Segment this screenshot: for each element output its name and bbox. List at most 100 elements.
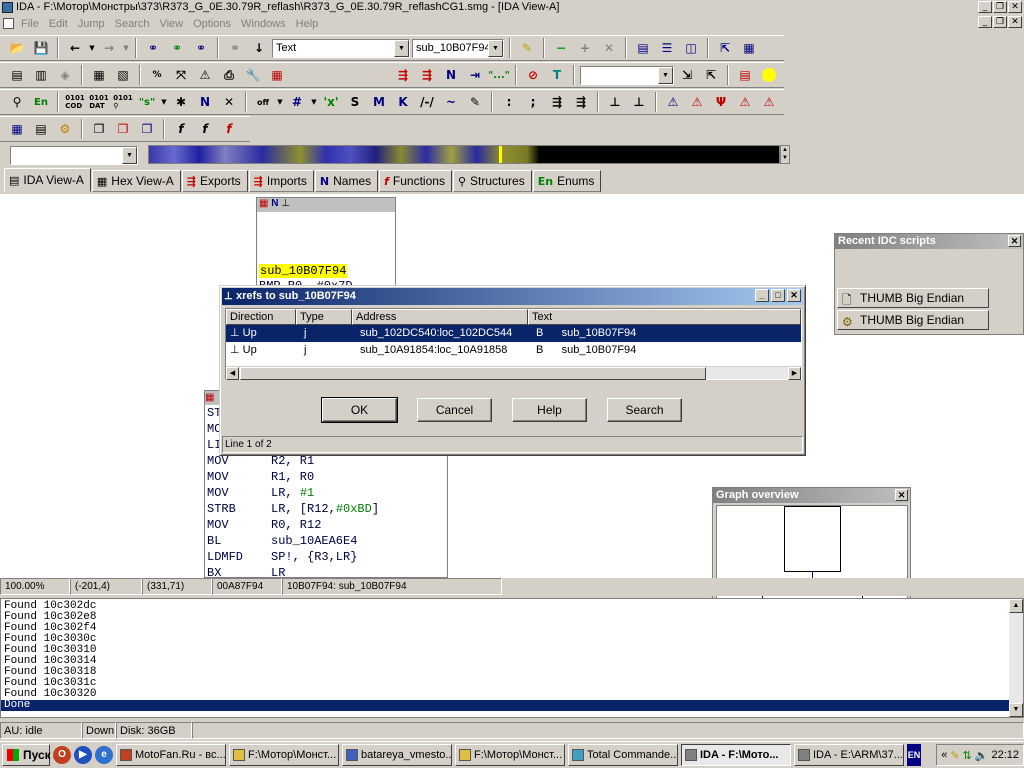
horizontal-scrollbar[interactable]: ◀ ▶ [226,366,801,380]
scroll-down-icon[interactable]: ▼ [1009,703,1023,717]
search-combo[interactable]: ▼ [580,65,674,85]
data-icon[interactable]: ▥ [30,64,52,86]
language-indicator[interactable]: EN [907,744,921,766]
dropdown-arrow-icon[interactable]: ▼ [122,37,130,59]
anterior-icon[interactable]: ⇶ [546,91,568,113]
mdi-system-icon[interactable] [3,18,14,29]
close-icon[interactable]: ✕ [1008,235,1021,247]
enum-m-icon[interactable]: M [368,91,390,113]
plus-icon[interactable]: + [574,37,596,59]
vertical-scrollbar[interactable]: ▲ ▼ [1009,599,1023,717]
view-mode-combo[interactable]: Text ▼ [272,38,410,58]
grid-icon[interactable]: ▦ [738,37,760,59]
window-cascade-icon[interactable]: ▤ [632,37,654,59]
asm-row[interactable]: MOV LR, #1 [205,485,447,501]
scroll-left-icon[interactable]: ◀ [226,367,239,380]
negate-icon[interactable]: /-/ [416,91,438,113]
chevron-down-icon[interactable]: ▼ [394,39,409,57]
function-delete-icon[interactable]: f [218,118,240,140]
taskbar-item-active[interactable]: IDA - F:\Мото... [681,744,791,766]
output-window[interactable]: Found 10c302dc Found 10c302e8 Found 10c3… [0,598,1024,718]
menu-search[interactable]: Search [110,18,155,30]
minimize-button[interactable]: _ [978,1,992,13]
tab-functions[interactable]: f Functions [379,170,452,192]
gear-icon[interactable]: ⚙ [54,118,76,140]
color-grid-icon[interactable]: ▦ [266,64,288,86]
flow-chart-icon[interactable]: ⚠ [686,91,708,113]
percent-icon[interactable]: % [146,64,168,86]
wrench-icon[interactable]: 🔧 [242,64,264,86]
asm-row[interactable]: STRB LR, [R12, #0xBD] [205,501,447,517]
back-arrow-icon[interactable]: ← [64,37,86,59]
mdi-close-button[interactable]: ✕ [1008,16,1022,28]
search-next-icon[interactable]: ⇲ [676,64,698,86]
text-icon[interactable]: T [546,64,568,86]
window-tile-h-icon[interactable]: ☰ [656,37,678,59]
restore-button[interactable]: ❐ [993,1,1007,13]
xrefs-to-icon[interactable]: Ψ [710,91,732,113]
binoculars-icon[interactable]: ⚭ [142,37,164,59]
taskbar-item[interactable]: F:\Мотор\Монст... [455,744,565,766]
jump-xref-icon[interactable]: ⇥ [464,64,486,86]
yellow-circle-icon[interactable] [758,64,780,86]
nav-scroll-buttons[interactable]: ▲ ▼ [780,145,790,164]
asm-row[interactable]: MOV R0, R12 [205,517,447,533]
taskbar-item[interactable]: Total Commande... [568,744,678,766]
undefine-x-icon[interactable]: ✕ [218,91,240,113]
dropdown-arrow-icon[interactable]: ▼ [160,91,168,113]
tab-names[interactable]: N Names [314,170,379,192]
tree-icon[interactable]: ⚠ [194,64,216,86]
arrange-icon[interactable]: ⇱ [714,37,736,59]
taskbar-item[interactable]: IDA - E:\ARM\37... [794,744,904,766]
idc-script-button[interactable]: ⚙ THUMB Big Endian [837,310,989,330]
segments-icon[interactable]: ▧ [112,64,134,86]
column-header-direction[interactable]: Direction [226,309,296,325]
name-icon[interactable]: N [194,91,216,113]
hash-icon[interactable]: # [286,91,308,113]
tray-volume-icon[interactable]: 🔈 [975,749,989,762]
chevron-down-icon[interactable]: ▼ [658,66,673,84]
segment-combo[interactable]: ▼ [10,146,138,165]
navigation-band[interactable] [148,145,780,164]
offset-icon[interactable]: off [252,91,274,113]
chevron-left-icon[interactable]: « [941,749,947,761]
taskbar-item[interactable]: F:\Мотор\Монст... [229,744,339,766]
forward-arrow-icon[interactable]: → [98,37,120,59]
graph-xref-icon[interactable]: ⊥ [628,91,650,113]
asm-row[interactable]: MOV R1, R0 [205,469,447,485]
chevron-down-icon[interactable]: ▼ [488,39,503,57]
tray-app-icon[interactable]: ✎ [950,749,959,762]
binoculars-disabled-icon[interactable]: ⚭ [224,37,246,59]
code-icon[interactable]: ▤ [6,64,28,86]
undefine-icon[interactable]: ◈ [54,64,76,86]
help-button[interactable]: Help [512,398,587,422]
dialog-titlebar[interactable]: ⊥ xrefs to sub_10B07F94 _ □ ✕ [222,288,803,305]
xref-row[interactable]: ⊥ Up j sub_102DC540:loc_102DC544 B sub_1… [226,325,801,342]
asm-call-target[interactable]: sub_10AEA6E4 [271,533,357,549]
function-combo[interactable]: sub_10B07F94 ▼ [412,38,504,58]
windows-icon[interactable]: ❐ [88,118,110,140]
code-bytes-icon[interactable]: 0101 COD [64,91,86,113]
taskbar-item[interactable]: MotoFan.Ru - вс... [116,744,226,766]
string-icon[interactable]: "..." [488,64,510,86]
xref-icon[interactable]: ⇶ [392,64,414,86]
calc-grid-icon[interactable]: ▦ [6,118,28,140]
minus-icon[interactable]: − [550,37,572,59]
scroll-right-icon[interactable]: ▶ [788,367,801,380]
xrefs-from-icon[interactable]: ⚠ [734,91,756,113]
menu-view[interactable]: View [154,18,188,30]
asm-row[interactable]: BX LR [205,565,447,577]
function-icon[interactable]: f [170,118,192,140]
scroll-thumb[interactable] [240,367,706,380]
notepad-icon[interactable]: ▤ [734,64,756,86]
dropdown-arrow-icon[interactable]: ▼ [88,37,96,59]
posterior-icon[interactable]: ⇶ [570,91,592,113]
segment-reg-icon[interactable]: ▤ [30,118,52,140]
cancel-button[interactable]: Cancel [417,398,492,422]
open-icon[interactable]: 📂 [6,37,28,59]
windows-red-icon[interactable]: ❐ [112,118,134,140]
highlight-icon[interactable]: ✎ [516,37,538,59]
bitwise-not-icon[interactable]: ~ [440,91,462,113]
panel-titlebar[interactable]: Recent IDC scripts ✕ [835,234,1023,249]
struct-bytes-icon[interactable]: 0101 ⚲ [112,91,134,113]
